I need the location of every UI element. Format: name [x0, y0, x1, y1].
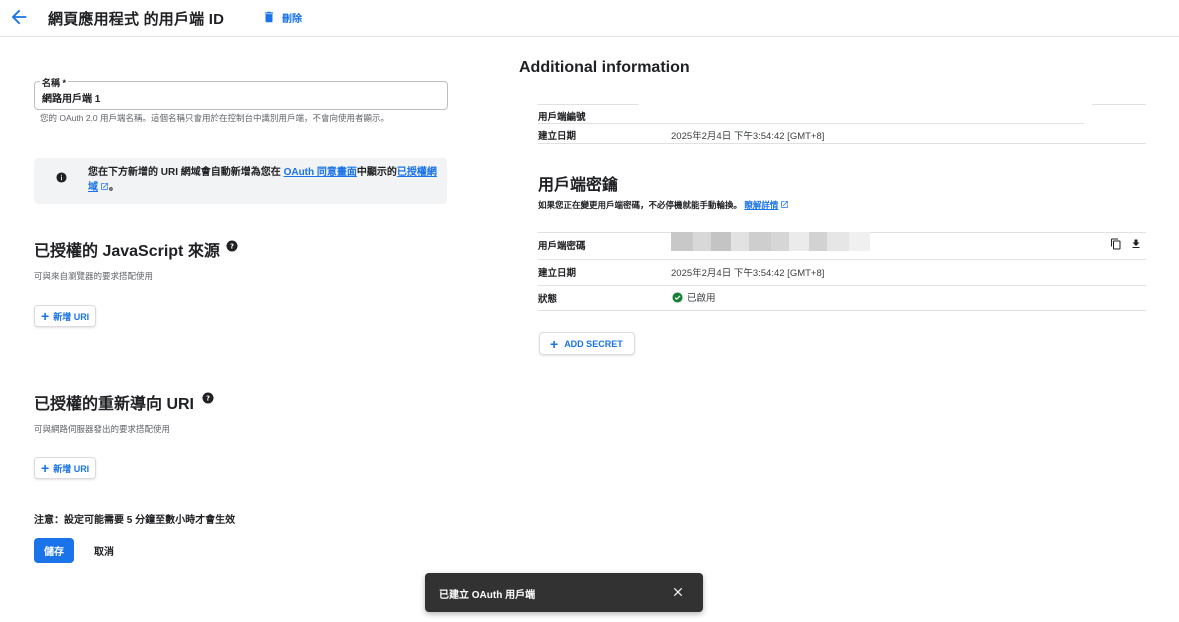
info-text-after: 。	[109, 182, 119, 193]
js-origins-subtitle: 可與來自瀏覽器的要求搭配使用	[34, 271, 154, 281]
redirect-uris-subtitle: 可與網路伺服器發出的要求搭配使用	[34, 424, 171, 434]
redirect-uris-title: 已授權的重新導向 URI	[34, 396, 195, 413]
svg-text:?: ?	[206, 395, 210, 403]
trash-icon	[264, 11, 274, 23]
save-button[interactable]: 儲存	[34, 538, 74, 563]
client-secret-desc: 如果您正在變更用戶端密碼，不必停機就能手動輪換。 瞭解詳情	[538, 199, 789, 211]
info-text-before: 您在下方新增的 URI 網域會自動新增為您在	[88, 167, 284, 178]
secret-created-value: 2025年2月4日 下午3:54:42 [GMT+8]	[671, 268, 825, 279]
close-icon[interactable]	[671, 585, 685, 599]
client-secret-title: 用戶端密鑰	[538, 177, 619, 194]
info-text-middle: 中顯示的	[356, 167, 397, 178]
plus-icon: +	[41, 308, 50, 324]
svg-text:?: ?	[230, 243, 234, 251]
snackbar: 已建立 OAuth 用戶端	[425, 573, 703, 612]
copy-icon[interactable]	[1110, 238, 1122, 250]
divider	[538, 285, 1146, 286]
js-origins-title: 已授權的 JavaScript 來源	[34, 243, 220, 260]
delete-label: 刪除	[282, 13, 302, 25]
divider	[1092, 104, 1146, 105]
divider	[538, 310, 1146, 311]
status-label: 狀態	[538, 294, 558, 305]
external-link-icon	[101, 183, 108, 190]
external-link-icon	[781, 201, 789, 208]
add-redirect-uri-label: 新增 URI	[53, 463, 90, 474]
check-circle-icon	[672, 291, 683, 303]
divider	[538, 259, 1146, 260]
info-banner-text: 您在下方新增的 URI 網域會自動新增為您在 OAuth 同意畫面中顯示的已授權…	[88, 165, 438, 195]
download-icon[interactable]	[1130, 238, 1142, 250]
client-secret-value-redacted	[671, 232, 870, 251]
status-value: 已啟用	[687, 293, 716, 304]
name-field-value[interactable]: 網路用戶端 1	[42, 90, 100, 105]
snackbar-message: 已建立 OAuth 用戶端	[439, 590, 536, 601]
page-title: 網頁應用程式 的用戶端 ID	[48, 11, 225, 28]
divider	[538, 104, 638, 105]
add-js-origin-button[interactable]: + 新增 URI	[34, 305, 97, 327]
arrow-back-icon[interactable]	[8, 6, 30, 28]
help-icon[interactable]: ?	[226, 240, 238, 252]
client-secret-desc-text: 如果您正在變更用戶端密碼，不必停機就能手動輪換。	[538, 200, 743, 210]
cancel-button[interactable]: 取消	[86, 538, 122, 563]
help-icon[interactable]: ?	[202, 392, 214, 404]
client-secret-label: 用戶端密碼	[538, 241, 586, 252]
additional-info-title: Additional information	[519, 59, 690, 76]
top-bar: 網頁應用程式 的用戶端 ID 刪除	[0, 0, 1179, 37]
oauth-consent-link[interactable]: OAuth 同意畫面	[284, 167, 357, 178]
secret-created-label: 建立日期	[538, 268, 577, 279]
client-id-label: 用戶端編號	[538, 112, 586, 123]
divider	[538, 143, 1146, 144]
plus-icon: +	[550, 335, 559, 352]
add-secret-label: ADD SECRET	[564, 338, 623, 349]
status-badge: 已啟用	[672, 290, 716, 304]
add-js-origin-label: 新增 URI	[53, 311, 90, 322]
delete-button[interactable]: 刪除	[262, 8, 302, 26]
propagation-note: 注意：設定可能需要 5 分鐘至數小時才會生效	[34, 515, 236, 526]
created-label: 建立日期	[538, 131, 577, 142]
name-field-hint: 您的 OAuth 2.0 用戶端名稱。這個名稱只會用於在控制台中識別用戶端，不會…	[40, 113, 390, 123]
info-icon	[56, 172, 67, 183]
add-secret-button[interactable]: + ADD SECRET	[539, 332, 635, 355]
created-value: 2025年2月4日 下午3:54:42 [GMT+8]	[671, 131, 825, 142]
plus-icon: +	[41, 460, 50, 476]
learn-more-link[interactable]: 瞭解詳情	[744, 200, 778, 210]
name-field-label: 名稱 *	[40, 76, 69, 89]
add-redirect-uri-button[interactable]: + 新增 URI	[34, 457, 97, 479]
divider	[538, 123, 1084, 124]
